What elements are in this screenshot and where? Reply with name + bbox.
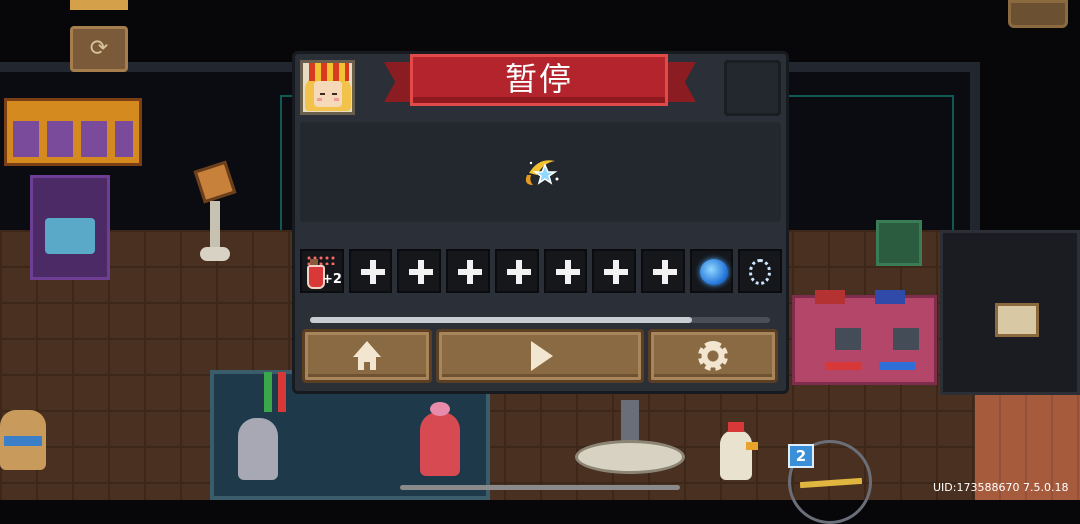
potion-badge: +2: [322, 272, 342, 287]
test-tubes: [264, 372, 290, 412]
plus-icon[interactable]: [494, 249, 539, 293]
satellite-turret: [575, 400, 685, 490]
pause-title: 暂停: [410, 54, 668, 106]
item-slots: +2: [300, 249, 783, 295]
brain-icon[interactable]: [689, 249, 734, 293]
plus-icon[interactable]: [348, 249, 393, 293]
potion-plus2-icon[interactable]: +2: [300, 249, 344, 293]
npc-flower-girl: [420, 402, 460, 476]
plus-icon[interactable]: [397, 249, 442, 293]
swap-weapon-icon[interactable]: ⟳: [70, 26, 128, 72]
top-right-button[interactable]: [1008, 0, 1068, 28]
reception-desk: [792, 290, 937, 385]
progress-fill: [310, 317, 692, 323]
weapon-count-badge: 2: [788, 444, 814, 468]
shop-sign: [4, 98, 142, 166]
home-indicator[interactable]: [400, 485, 680, 490]
home-button[interactable]: [302, 329, 432, 383]
home-icon: [350, 339, 384, 373]
plus-icon[interactable]: [543, 249, 588, 293]
character-portrait-icon: [300, 60, 355, 115]
ring-icon[interactable]: [738, 249, 783, 293]
chicken-npc: [720, 422, 758, 480]
notice-wall: [940, 230, 1080, 395]
plus-icon[interactable]: [640, 249, 685, 293]
empty-corner-slot: [724, 60, 781, 116]
settings-button[interactable]: [648, 329, 778, 383]
play-icon: [523, 339, 557, 373]
npc-dog: [0, 410, 46, 470]
certificate: [995, 303, 1039, 337]
uid-label: UID:173588670 7.5.0.18: [933, 481, 1069, 494]
plus-icon[interactable]: [446, 249, 490, 293]
npc-mouse: [238, 418, 278, 480]
plus-icon[interactable]: [592, 249, 636, 293]
star-buff-icon[interactable]: [519, 155, 561, 189]
gear-icon: [696, 339, 730, 373]
top-ledge: [70, 0, 128, 10]
green-chest: [876, 220, 922, 266]
resume-button[interactable]: [436, 329, 644, 383]
gacha-machine: [30, 175, 110, 280]
book-pedestal: [193, 160, 237, 265]
